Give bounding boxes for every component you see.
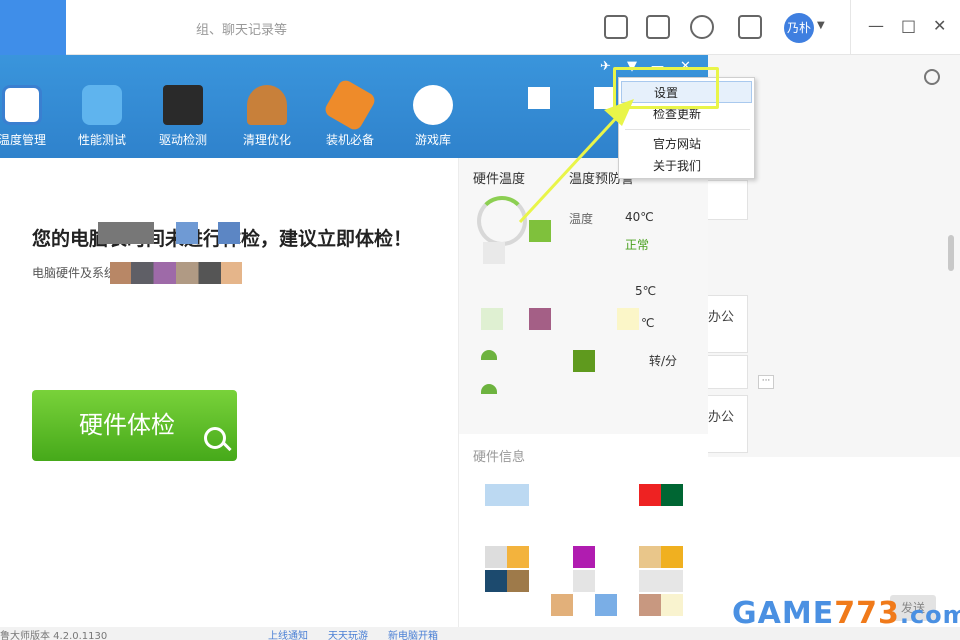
hardware-info-section: 硬件信息 bbox=[459, 434, 708, 640]
temperature-gauge bbox=[477, 196, 527, 246]
close-button[interactable]: ✕ bbox=[933, 16, 946, 35]
mosaic bbox=[218, 222, 240, 244]
mosaic bbox=[573, 350, 595, 372]
tab-label: 装机必备 bbox=[325, 133, 374, 147]
list-item[interactable]: 办公 bbox=[708, 395, 748, 453]
skin-icon[interactable]: ✈ bbox=[600, 59, 611, 74]
list-item-label: 办公 bbox=[708, 410, 735, 425]
temperature-label: 温度 bbox=[569, 212, 594, 226]
temperature-value: 5℃ bbox=[635, 284, 657, 298]
fan-icon bbox=[481, 350, 497, 360]
cloud-upload-icon[interactable] bbox=[690, 15, 714, 39]
divider bbox=[850, 0, 851, 55]
menu-divider bbox=[625, 129, 750, 130]
outer-title-bar: 组、聊天记录等 乃朴 ▼ — □ ✕ bbox=[0, 0, 960, 55]
check-button-label: 硬件体检 bbox=[79, 411, 175, 439]
watermark-logo: GAME773.com bbox=[732, 596, 960, 631]
search-placeholder[interactable]: 组、聊天记录等 bbox=[196, 19, 287, 38]
mosaic bbox=[529, 220, 551, 242]
more-button[interactable]: ··· bbox=[758, 375, 774, 389]
mosaic bbox=[573, 570, 595, 592]
tab-performance[interactable]: 性能测试 bbox=[62, 85, 142, 155]
mosaic bbox=[529, 308, 551, 330]
tab-label: 温度管理 bbox=[0, 133, 46, 147]
tool-header: 温度管理 性能测试 驱动检测 清理优化 装机必备 游戏库 ✈ ▼ — ✕ bbox=[0, 55, 708, 158]
tab-games[interactable]: 游戏库 bbox=[393, 85, 473, 155]
mosaic bbox=[639, 484, 683, 506]
mosaic bbox=[573, 546, 595, 568]
screen-share-icon[interactable] bbox=[646, 15, 670, 39]
broom-icon bbox=[247, 85, 287, 125]
list-item[interactable] bbox=[708, 180, 748, 220]
chat-bubble-icon[interactable] bbox=[604, 15, 628, 39]
watermark-text: 773 bbox=[834, 596, 900, 631]
mosaic bbox=[483, 242, 505, 264]
highlight-annotation bbox=[613, 67, 719, 109]
app-sidebar-strip bbox=[0, 0, 66, 55]
tab-label: 驱动检测 bbox=[158, 133, 207, 147]
gear-icon[interactable] bbox=[924, 69, 940, 85]
search-icon bbox=[204, 427, 226, 449]
mosaic bbox=[639, 570, 683, 592]
mosaic bbox=[595, 594, 617, 616]
temperature-chart-icon bbox=[2, 85, 42, 125]
tab-cleanup[interactable]: 清理优化 bbox=[227, 85, 307, 155]
fan-icon bbox=[481, 384, 497, 394]
temperature-value: 40℃ bbox=[625, 210, 654, 224]
avatar[interactable]: 乃朴 bbox=[784, 13, 814, 43]
chevron-down-icon[interactable]: ▼ bbox=[817, 20, 825, 31]
mosaic bbox=[485, 484, 529, 506]
tab-label: 游戏库 bbox=[414, 133, 451, 147]
list-item[interactable]: 办公 bbox=[708, 295, 748, 353]
list-item[interactable] bbox=[708, 355, 748, 389]
mosaic bbox=[551, 594, 573, 616]
calendar-icon[interactable] bbox=[738, 15, 762, 39]
driver-icon bbox=[163, 85, 203, 125]
minimize-button[interactable]: — bbox=[868, 16, 884, 35]
tab-driver[interactable]: 驱动检测 bbox=[143, 85, 223, 155]
mosaic bbox=[617, 308, 639, 330]
mosaic bbox=[639, 594, 683, 616]
header-square bbox=[528, 87, 550, 109]
section-title: 硬件信息 bbox=[473, 450, 526, 465]
temperature-value: ℃ bbox=[641, 316, 655, 330]
cube-icon bbox=[322, 77, 378, 133]
maximize-button[interactable]: □ bbox=[901, 16, 916, 35]
scrollbar-thumb[interactable] bbox=[948, 235, 954, 271]
tab-label: 性能测试 bbox=[77, 133, 126, 147]
performance-icon bbox=[82, 85, 122, 125]
list-item-label: 办公 bbox=[708, 310, 735, 325]
hardware-check-button[interactable]: 硬件体检 bbox=[32, 390, 237, 461]
tab-essentials[interactable]: 装机必备 bbox=[310, 77, 390, 155]
fan-speed-value: 转/分 bbox=[649, 354, 678, 368]
status-link[interactable]: 新电脑开箱 bbox=[388, 627, 438, 640]
status-link[interactable]: 上线通知 bbox=[268, 627, 308, 640]
mosaic bbox=[176, 222, 198, 244]
temperature-panel: 硬件温度 温度预防警 温度 40℃ 正常 5℃ ℃ 转/分 硬件信息 bbox=[458, 158, 708, 640]
watermark-text: GAME bbox=[732, 596, 835, 631]
mosaic bbox=[485, 570, 529, 592]
mosaic bbox=[481, 308, 503, 330]
gamepad-icon bbox=[413, 85, 453, 125]
temperature-status: 正常 bbox=[625, 238, 650, 252]
search-icon-handle bbox=[222, 441, 232, 452]
watermark-text: .com bbox=[899, 601, 960, 629]
section-title: 硬件温度 bbox=[473, 172, 526, 187]
hardware-tool-window: 温度管理 性能测试 驱动检测 清理优化 装机必备 游戏库 ✈ ▼ — ✕ 您的电… bbox=[0, 55, 708, 640]
mosaic bbox=[485, 546, 529, 568]
tab-label: 清理优化 bbox=[242, 133, 291, 147]
checkup-panel: 您的电脑长时间未进行体检，建议立即体检！ 电脑硬件及系统温度和性能都在下降 硬件… bbox=[0, 158, 458, 640]
version-text: 鲁大师版本 4.2.0.1130 bbox=[0, 631, 108, 640]
mosaic bbox=[639, 546, 683, 568]
status-link[interactable]: 天天玩游 bbox=[328, 627, 368, 640]
menu-item-about[interactable]: 关于我们 bbox=[621, 155, 752, 177]
menu-item-website[interactable]: 官方网站 bbox=[621, 133, 752, 155]
mosaic bbox=[110, 262, 242, 284]
tab-temperature[interactable]: 温度管理 bbox=[0, 85, 62, 155]
mosaic bbox=[98, 222, 154, 244]
